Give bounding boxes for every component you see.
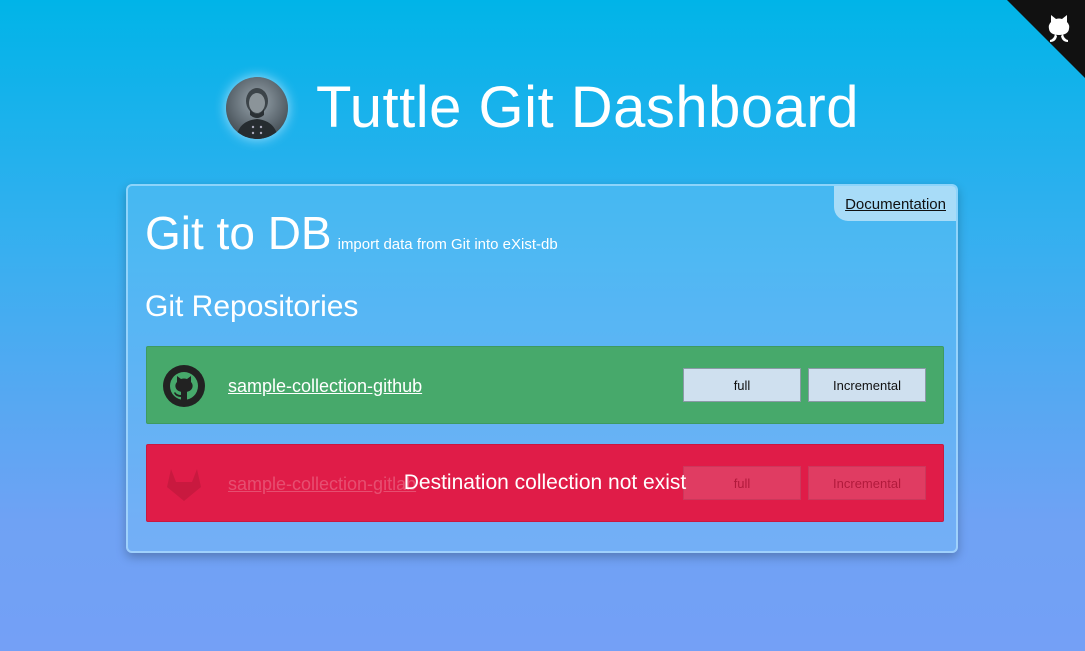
repo-link[interactable]: sample-collection-github (228, 376, 422, 397)
github-icon (163, 365, 205, 407)
avatar (226, 76, 288, 139)
repo-row-github: sample-collection-github full Incrementa… (146, 346, 944, 424)
incremental-import-button[interactable]: Incremental (808, 368, 926, 402)
card-title-text: Git to DB (145, 207, 332, 259)
documentation-link[interactable]: Documentation (834, 186, 956, 221)
full-import-button[interactable]: full (683, 368, 801, 402)
page-title: Tuttle Git Dashboard (316, 75, 859, 140)
page-header: Tuttle Git Dashboard (0, 74, 1085, 141)
git-to-db-card: Documentation Git to DB import data from… (126, 184, 958, 553)
section-title: Git Repositories (145, 290, 359, 323)
card-title: Git to DB import data from Git into eXis… (145, 206, 558, 260)
repo-row-gitlab: sample-collection-gitlab full Incrementa… (146, 444, 944, 522)
card-subtitle: import data from Git into eXist-db (337, 236, 558, 253)
github-octocat-icon[interactable] (1043, 12, 1075, 44)
error-message: Destination collection not exist (403, 471, 687, 494)
